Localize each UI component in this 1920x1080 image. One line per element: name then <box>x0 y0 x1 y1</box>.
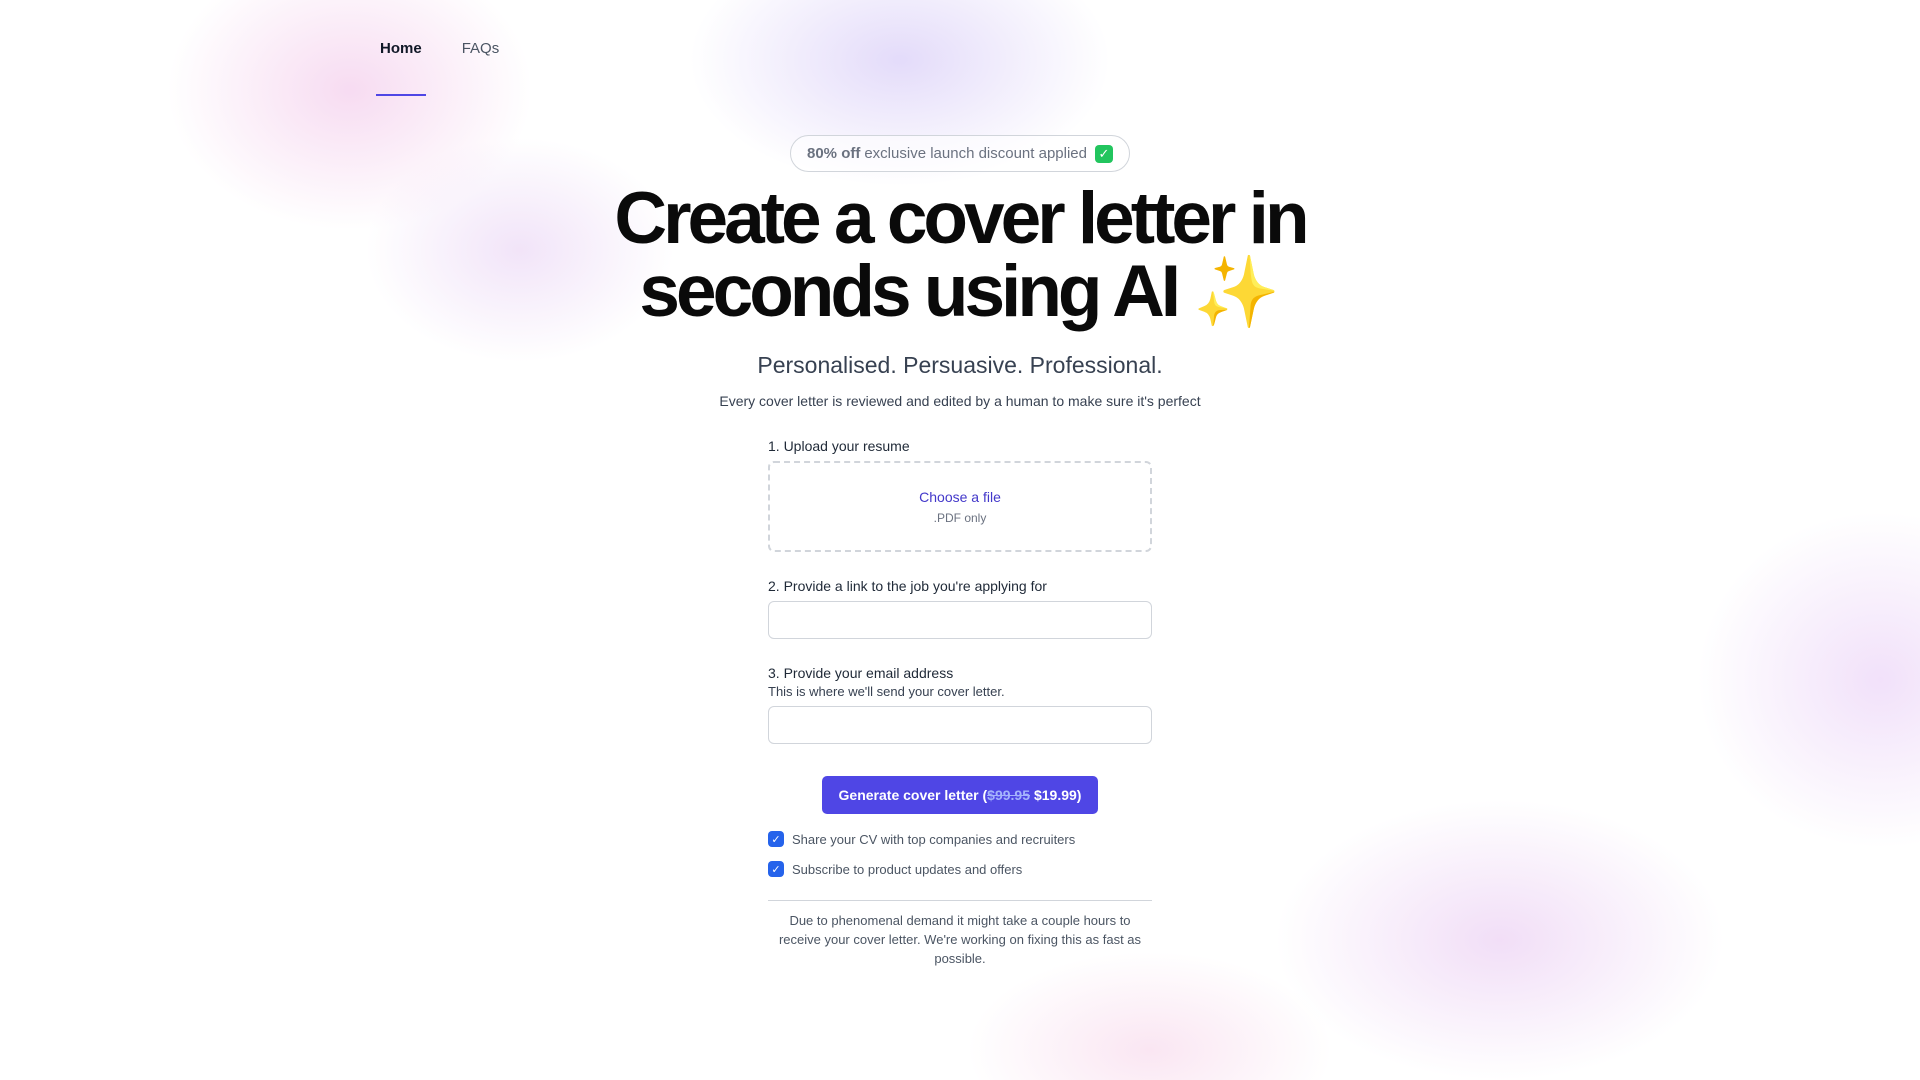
share-cv-checkbox[interactable]: ✓ <box>768 831 784 847</box>
button-wrap: Generate cover letter ( $99.95 $19.99) <box>768 776 1152 814</box>
resume-dropzone[interactable]: Choose a file .PDF only <box>768 461 1152 552</box>
email-input[interactable] <box>768 706 1152 744</box>
email-hint: This is where we'll send your cover lett… <box>768 684 1005 699</box>
button-prefix: Generate cover letter ( <box>838 787 988 803</box>
title-line-2: seconds using AI <box>639 251 1181 332</box>
title-line-1: Create a cover letter in <box>614 178 1309 259</box>
upload-note: .PDF only <box>933 510 987 525</box>
new-price: $19.99) <box>1033 787 1082 803</box>
page-title: Create a cover letter in seconds using A… <box>614 182 1309 332</box>
old-price: $99.95 <box>987 787 1030 803</box>
discount-badge: 80% off exclusive launch discount applie… <box>790 135 1130 172</box>
share-cv-option: ✓ Share your CV with top companies and r… <box>768 830 1152 848</box>
page: Home FAQs 80% off exclusive launch disco… <box>0 0 1920 1080</box>
email-label: 3. Provide your email address <box>768 665 954 681</box>
job-link-label: 2. Provide a link to the job you're appl… <box>768 578 1047 594</box>
sparkles-icon: ✨ <box>1193 253 1281 331</box>
subscribe-checkbox[interactable]: ✓ <box>768 861 784 877</box>
check-mark-icon: ✓ <box>1095 144 1113 163</box>
consent-checkboxes: ✓ Share your CV with top companies and r… <box>768 830 1152 878</box>
subscribe-label: Subscribe to product updates and offers <box>792 861 1023 877</box>
badge-bold-text: 80% off <box>807 145 861 162</box>
share-cv-label: Share your CV with top companies and rec… <box>792 831 1076 847</box>
divider <box>768 900 1152 901</box>
demand-notice: Due to phenomenal demand it might take a… <box>778 913 1142 966</box>
cover-letter-form: 1. Upload your resume Choose a file .PDF… <box>768 438 1152 968</box>
subtitle: Personalised. Persuasive. Professional. <box>757 352 1163 378</box>
upload-label: 1. Upload your resume <box>768 438 910 454</box>
job-link-input[interactable] <box>768 601 1152 639</box>
badge-text: exclusive launch discount applied <box>864 145 1087 162</box>
choose-file-link[interactable]: Choose a file <box>919 489 1001 505</box>
hero: 80% off exclusive launch discount applie… <box>0 0 1920 409</box>
generate-cover-letter-button[interactable]: Generate cover letter ( $99.95 $19.99) <box>821 776 1099 814</box>
subscribe-option: ✓ Subscribe to product updates and offer… <box>768 860 1152 878</box>
description: Every cover letter is reviewed and edite… <box>719 393 1201 409</box>
